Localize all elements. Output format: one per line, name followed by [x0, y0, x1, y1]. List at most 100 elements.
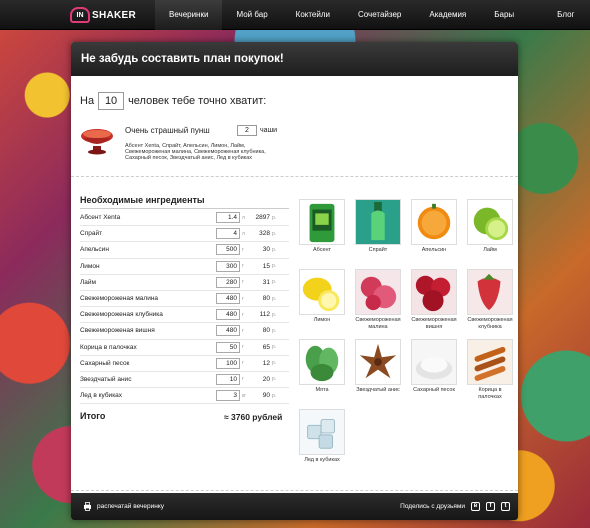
ingredient-amount-input[interactable]: 1.4 — [216, 212, 240, 224]
ingredient-tile[interactable]: Апельсин — [411, 199, 457, 254]
sprite-bottle-icon — [355, 199, 401, 245]
ingredient-unit: г — [242, 360, 244, 367]
nav-cocktails[interactable]: Коктейли — [282, 0, 344, 30]
ingredient-row: Лимон 300 г 15 р. — [80, 259, 289, 275]
ingredient-tile[interactable]: Корица в палочках — [467, 339, 513, 400]
ingredients-title: Необходимые ингредиенты — [80, 195, 205, 205]
portions-unit: чаши — [260, 127, 278, 134]
price-unit: р. — [272, 392, 277, 399]
price-unit: р. — [272, 246, 277, 253]
tile-label: Свежемороженая вишня — [411, 317, 457, 330]
ingredient-price: 31 — [262, 278, 270, 286]
ingredient-amount-input[interactable]: 4 — [216, 228, 240, 240]
ingredient-name: Лимон — [80, 262, 100, 270]
printer-icon — [84, 502, 91, 511]
ingredient-tile[interactable]: Абсент — [299, 199, 345, 254]
ingredient-name: Лед в кубиках — [80, 392, 123, 400]
drink-order: Очень страшный пунш 2 чаши Абсент Xenta,… — [79, 124, 359, 164]
price-unit: р. — [272, 376, 277, 383]
ingredient-row: Корица в палочках 50 г 65 р. — [80, 340, 289, 356]
ingredient-amount-input[interactable]: 480 — [216, 293, 240, 305]
ingredient-tile[interactable]: Лед в кубиках — [299, 409, 345, 464]
drink-name[interactable]: Очень страшный пунш — [125, 126, 210, 135]
page-title: Не забудь составить план покупок! — [71, 42, 518, 76]
cherry-icon — [411, 269, 457, 315]
divider — [71, 176, 518, 180]
ingredient-unit: г — [242, 263, 244, 270]
orange-icon — [411, 199, 457, 245]
ingredient-amount-input[interactable]: 480 — [216, 309, 240, 321]
inshaker-logo[interactable]: IN SHAKER — [70, 6, 136, 24]
portions-input[interactable]: 2 — [237, 125, 257, 136]
ingredient-unit: г — [242, 279, 244, 286]
price-unit: р. — [272, 295, 277, 302]
ingredient-tile[interactable]: Свежемороженая клубника — [467, 269, 513, 330]
nav-my-bar[interactable]: Мой бар — [222, 0, 281, 30]
divider — [80, 208, 289, 209]
tile-label: Свежемороженая клубника — [467, 317, 513, 330]
price-unit: р. — [272, 230, 277, 237]
twitter-icon[interactable]: t — [501, 502, 510, 511]
vk-icon[interactable]: в — [471, 502, 480, 511]
tile-label: Спрайт — [368, 247, 388, 253]
ingredient-tile[interactable]: Спрайт — [355, 199, 401, 254]
ingredient-row: Свежемороженая вишня 480 г 80 р. — [80, 323, 289, 340]
nav-bars[interactable]: Бары — [480, 0, 528, 30]
ingredient-tile[interactable]: Лайм — [467, 199, 513, 254]
ingredient-row: Спрайт 4 л 328 р. — [80, 226, 289, 243]
ingredient-unit: г — [242, 327, 244, 334]
nav-blog[interactable]: Блог — [543, 0, 588, 30]
ingredient-row: Апельсин 500 г 30 р. — [80, 242, 289, 259]
ingredient-unit: л — [242, 230, 245, 237]
ingredient-amount-input[interactable]: 300 — [216, 260, 240, 272]
facebook-icon[interactable]: f — [486, 502, 495, 511]
tile-label: Сахарный песок — [413, 387, 455, 393]
ingredient-unit: г — [242, 311, 244, 318]
price-unit: р. — [272, 279, 277, 286]
total-value: ≈ 3760 рублей — [224, 412, 283, 422]
nav-combiner[interactable]: Сочетайзер — [344, 0, 415, 30]
star-anise-icon — [355, 339, 401, 385]
ingredient-unit: г — [242, 344, 244, 351]
nav-parties[interactable]: Вечеринки — [155, 0, 223, 30]
ingredient-unit: л — [242, 214, 245, 221]
nav-academy[interactable]: Академия — [415, 0, 480, 30]
ingredient-row: Лед в кубиках 3 кг 90 р. — [80, 388, 289, 405]
total-label: Итого — [80, 411, 106, 421]
ingredient-amount-input[interactable]: 280 — [216, 276, 240, 288]
ingredient-amount-input[interactable]: 480 — [216, 325, 240, 337]
ingredient-unit: г — [242, 295, 244, 302]
price-unit: р. — [272, 214, 277, 221]
ingredient-tile[interactable]: Звездчатый анис — [355, 339, 401, 394]
ingredient-tile[interactable]: Мята — [299, 339, 345, 394]
tile-label: Лайм — [483, 247, 497, 253]
lemon-icon — [299, 269, 345, 315]
ingredient-price: 30 — [262, 246, 270, 254]
shopping-plan-panel: Не забудь составить план покупок! На 10 … — [71, 42, 518, 520]
ingredient-price: 20 — [262, 375, 270, 383]
tile-label: Абсент — [312, 247, 332, 253]
absinthe-bottle-icon — [299, 199, 345, 245]
price-unit: р. — [272, 344, 277, 351]
ingredient-name: Сахарный песок — [80, 359, 130, 367]
mint-icon — [299, 339, 345, 385]
ingredient-amount-input[interactable]: 500 — [216, 244, 240, 256]
ingredient-amount-input[interactable]: 50 — [216, 341, 240, 353]
ingredient-amount-input[interactable]: 100 — [216, 357, 240, 369]
sugar-icon — [411, 339, 457, 385]
ingredient-tile[interactable]: Сахарный песок — [411, 339, 457, 394]
people-count-input[interactable]: 10 — [98, 92, 125, 110]
ingredient-amount-input[interactable]: 3 — [216, 390, 240, 402]
share-label: Поделись с друзьями — [400, 503, 465, 510]
ingredient-tile[interactable]: Лимон — [299, 269, 345, 324]
ingredient-tile[interactable]: Свежемороженая вишня — [411, 269, 457, 330]
tile-label: Апельсин — [421, 247, 447, 253]
ingredient-name: Лайм — [80, 278, 96, 286]
ingredient-tile[interactable]: Свежемороженая малина — [355, 269, 401, 330]
print-party-button[interactable]: распечатай вечеринку — [83, 502, 164, 511]
ingredient-name: Корица в палочках — [80, 343, 137, 351]
ingredient-unit: г — [242, 246, 244, 253]
ingredient-name: Свежемороженая вишня — [80, 327, 155, 335]
ingredient-amount-input[interactable]: 10 — [216, 373, 240, 385]
price-unit: р. — [272, 327, 277, 334]
